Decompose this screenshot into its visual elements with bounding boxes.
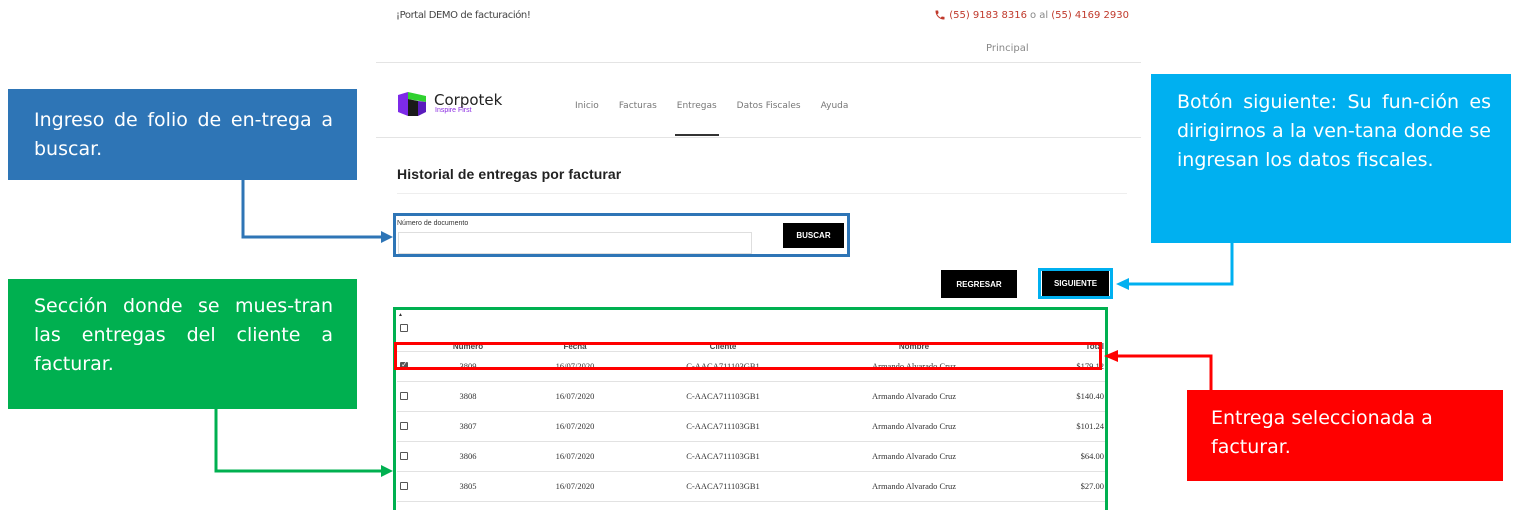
- principal-link[interactable]: Principal: [986, 43, 1029, 54]
- callout-selected: Entrega seleccionada a facturar.: [1187, 390, 1503, 481]
- blue-connector-arrow: [241, 180, 393, 243]
- corpotek-logo[interactable]: Corpotek Inspire First: [396, 90, 502, 118]
- table-highlight-outline: [393, 307, 1108, 510]
- selected-row-highlight-outline: [394, 342, 1102, 370]
- callout-siguiente: Botón siguiente: Su fun-ción es dirigirn…: [1151, 74, 1511, 243]
- callout-table: Sección donde se mues-tran las entregas …: [8, 279, 357, 409]
- main-nav: Inicio Facturas Entregas Datos Fiscales …: [575, 101, 868, 136]
- phone-separator: o al: [1030, 9, 1049, 21]
- nav-ayuda[interactable]: Ayuda: [821, 101, 849, 111]
- nav-divider: [376, 137, 1141, 138]
- phone-number-2[interactable]: (55) 4169 2930: [1051, 10, 1129, 21]
- nav-facturas[interactable]: Facturas: [619, 101, 657, 111]
- page-title: Historial de entregas por facturar: [397, 166, 622, 182]
- green-connector-arrow: [214, 409, 393, 477]
- title-divider: [397, 193, 1127, 194]
- phone-icon: [935, 10, 945, 20]
- regresar-button[interactable]: REGRESAR: [941, 270, 1017, 298]
- search-highlight-outline: [393, 213, 850, 257]
- red-connector-arrow: [1104, 350, 1213, 390]
- logo-name: Corpotek: [434, 91, 503, 109]
- header-divider: [376, 62, 1141, 63]
- siguiente-highlight-outline: [1038, 268, 1113, 299]
- nav-entregas[interactable]: Entregas: [674, 101, 719, 136]
- contact-phones: (55) 9183 8316 o al (55) 4169 2930: [934, 9, 1129, 21]
- callout-search: Ingreso de folio de en-trega a buscar.: [8, 89, 357, 180]
- nav-inicio[interactable]: Inicio: [575, 101, 599, 111]
- corpotek-logo-icon: [398, 92, 426, 116]
- portal-tagline: ¡Portal DEMO de facturación!: [396, 10, 531, 21]
- cyan-connector-arrow: [1116, 243, 1234, 290]
- phone-number-1[interactable]: (55) 9183 8316: [949, 10, 1027, 21]
- nav-datos-fiscales[interactable]: Datos Fiscales: [737, 101, 801, 111]
